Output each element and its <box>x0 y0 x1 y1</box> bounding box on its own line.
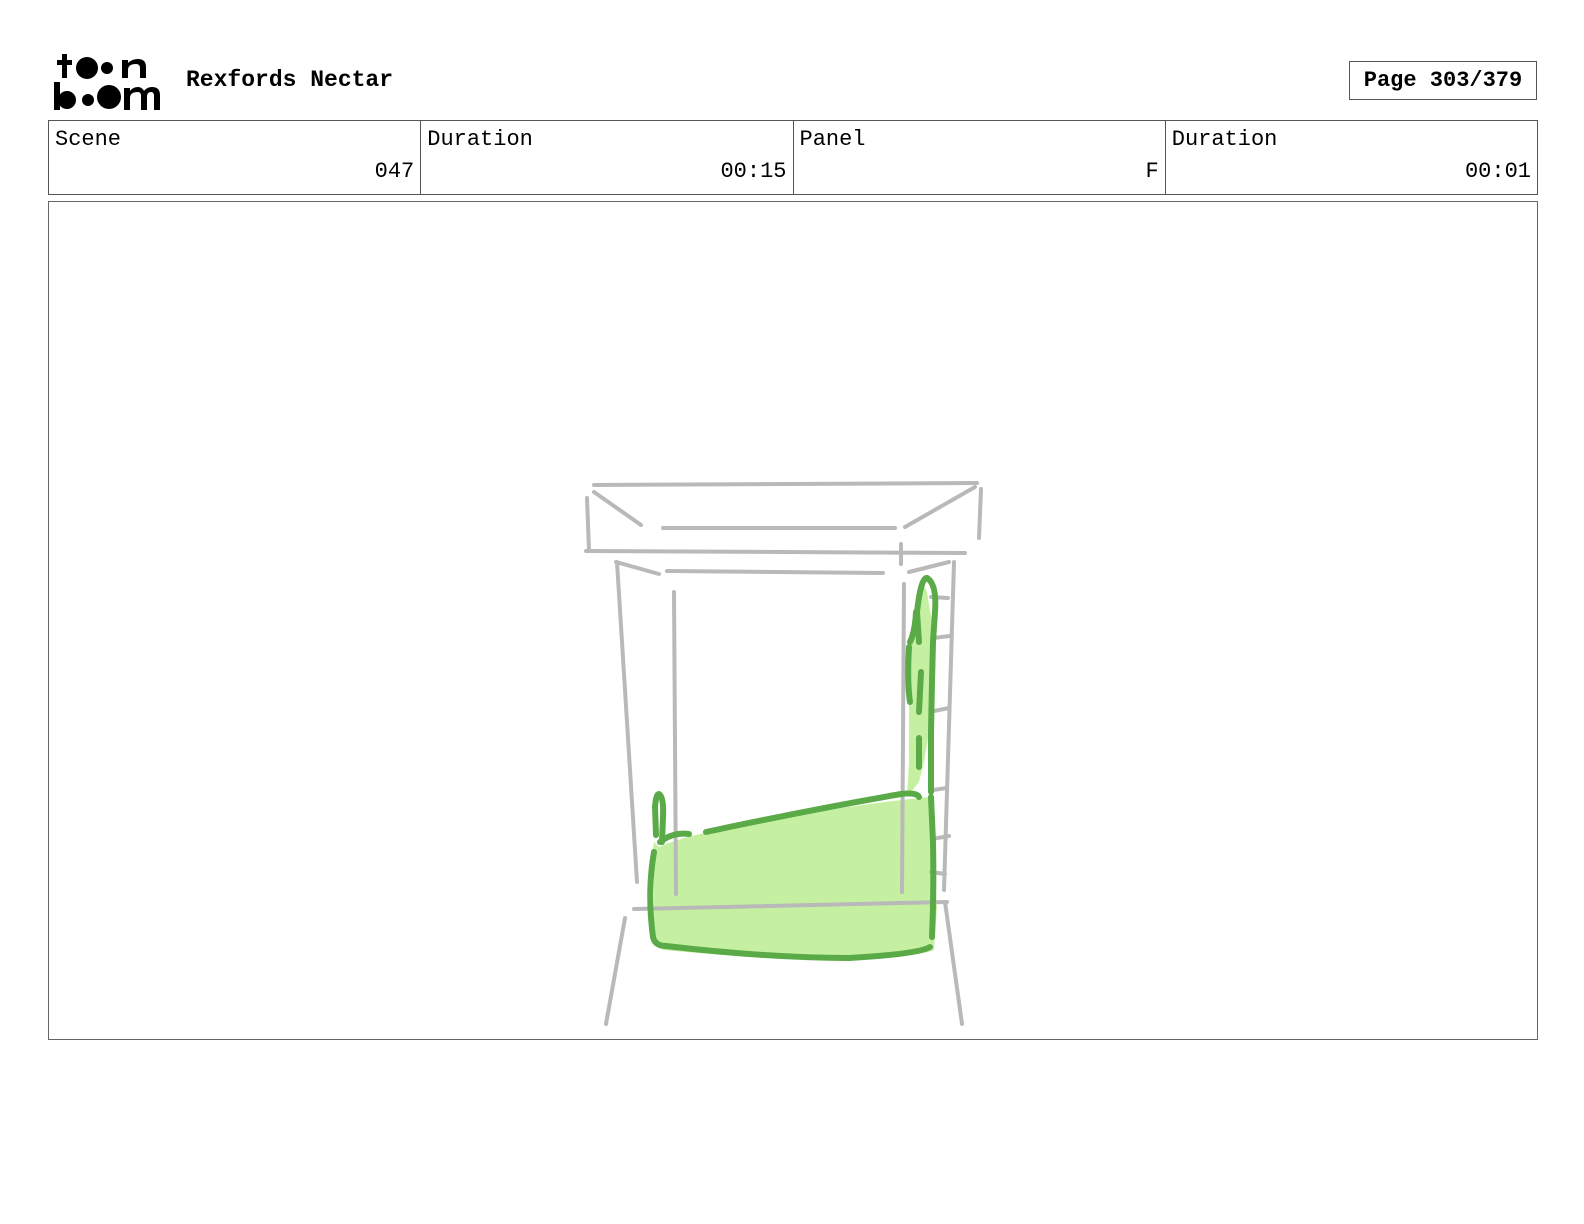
panel-cell: Panel F <box>794 121 1166 194</box>
scene-cell: Scene 047 <box>49 121 422 194</box>
scene-value: 047 <box>374 159 415 184</box>
info-bar: Scene 047 Duration 00:15 Panel F Duratio… <box>48 120 1538 195</box>
panel-value: F <box>1145 159 1159 184</box>
blender-jar-drawing <box>584 481 983 1026</box>
panel-duration-cell: Duration 00:01 <box>1166 121 1537 194</box>
liquid-fill <box>653 797 937 960</box>
storyboard-panel <box>48 201 1538 1040</box>
panel-duration-value: 00:01 <box>1464 159 1531 184</box>
project-title: Rexfords Nectar <box>186 67 394 93</box>
scene-duration-label: Duration <box>427 127 533 152</box>
page-counter: Page 303/379 <box>1349 61 1537 100</box>
toon-boom-logo <box>54 54 160 110</box>
scene-label: Scene <box>55 127 122 152</box>
panel-label: Panel <box>799 127 866 152</box>
scene-duration-value: 00:15 <box>720 159 787 184</box>
scene-duration-cell: Duration 00:15 <box>421 121 794 194</box>
panel-duration-label: Duration <box>1171 127 1278 152</box>
